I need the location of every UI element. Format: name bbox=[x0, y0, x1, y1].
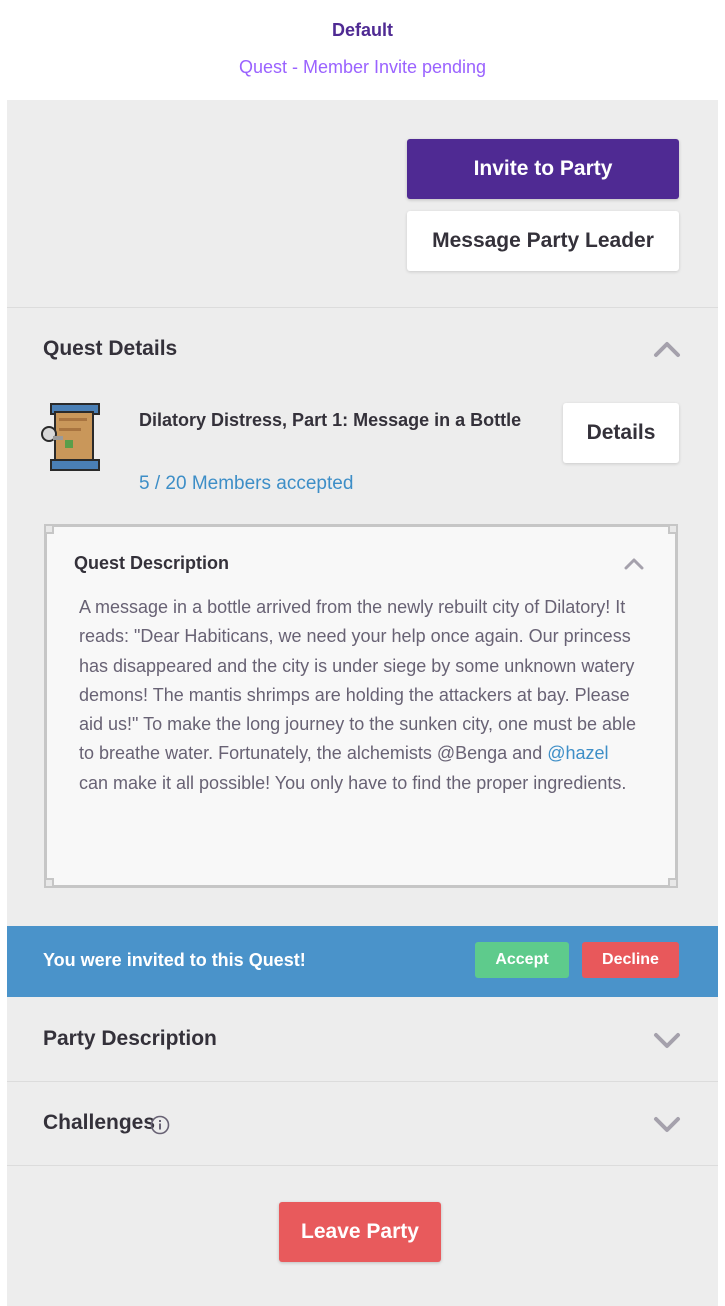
members-accepted-link[interactable]: 5 / 20 Members accepted bbox=[139, 473, 353, 495]
frame-corner bbox=[668, 878, 678, 888]
invite-message: You were invited to this Quest! bbox=[43, 950, 306, 970]
quest-scroll-icon bbox=[41, 403, 100, 471]
divider bbox=[7, 1081, 718, 1082]
divider bbox=[7, 307, 718, 308]
user-mention-link[interactable]: @hazel bbox=[547, 743, 608, 763]
quest-description-title: Quest Description bbox=[74, 553, 230, 573]
party-description-title[interactable]: Party Description bbox=[43, 1027, 217, 1051]
page-title: Default bbox=[331, 20, 393, 40]
frame-corner bbox=[44, 878, 54, 888]
frame-corner bbox=[668, 524, 678, 534]
page-header: Default Quest - Member Invite pending bbox=[0, 0, 725, 100]
quest-description-box: Quest Description A message in a bottle … bbox=[44, 524, 678, 888]
description-text-part: A message in a bottle arrived from the n… bbox=[79, 597, 637, 764]
info-icon[interactable] bbox=[150, 1115, 170, 1135]
quest-details-title: Quest Details bbox=[43, 337, 178, 360]
quest-description-text: A message in a bottle arrived from the n… bbox=[79, 593, 639, 798]
quest-details-button[interactable]: Details bbox=[563, 403, 679, 463]
chevron-down-icon[interactable] bbox=[653, 1032, 681, 1050]
invite-to-party-button[interactable]: Invite to Party bbox=[407, 139, 679, 199]
description-text-part: can make it all possible! You only have … bbox=[79, 772, 627, 793]
chevron-up-icon[interactable] bbox=[623, 557, 645, 571]
chevron-down-icon[interactable] bbox=[653, 1116, 681, 1134]
decline-button[interactable]: Decline bbox=[582, 942, 679, 978]
page-subtitle: Quest - Member Invite pending bbox=[238, 57, 487, 77]
quest-invite-banner: You were invited to this Quest! Accept D… bbox=[7, 926, 718, 997]
quest-name: Dilatory Distress, Part 1: Message in a … bbox=[139, 410, 522, 430]
leave-party-button[interactable]: Leave Party bbox=[279, 1202, 441, 1262]
challenges-title[interactable]: Challenges bbox=[43, 1111, 155, 1135]
frame-corner bbox=[44, 524, 54, 534]
divider bbox=[7, 1165, 718, 1166]
chevron-up-icon[interactable] bbox=[653, 340, 681, 358]
message-party-leader-button[interactable]: Message Party Leader bbox=[407, 211, 679, 271]
accept-button[interactable]: Accept bbox=[475, 942, 569, 978]
party-panel: Invite to Party Message Party Leader Que… bbox=[7, 100, 718, 1306]
